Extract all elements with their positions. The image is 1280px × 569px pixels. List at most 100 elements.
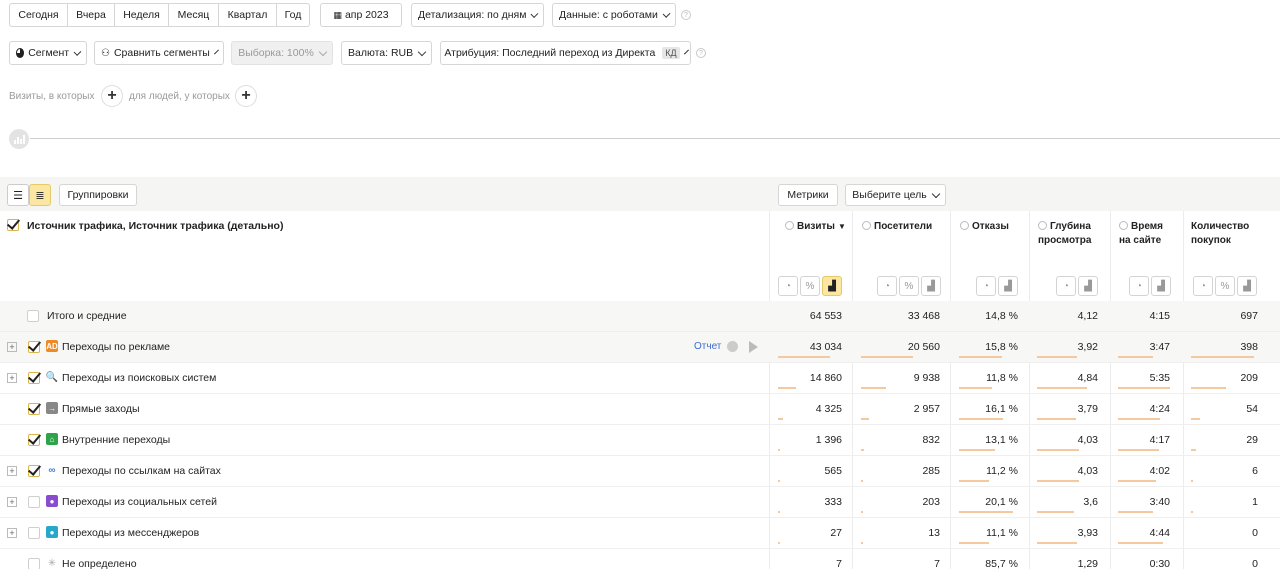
table-row[interactable]: + AD Переходы по рекламе Отчет 43 034 20 560 1… bbox=[0, 332, 1280, 363]
report-link[interactable]: Отчет bbox=[694, 341, 721, 352]
play-icon[interactable] bbox=[749, 341, 758, 353]
value-bar bbox=[861, 480, 863, 482]
percent-view-icon[interactable]: % bbox=[899, 276, 919, 296]
add-people-filter-button[interactable]: + bbox=[235, 85, 257, 107]
value-bar bbox=[1037, 449, 1079, 451]
table-row[interactable]: + ∞ Переходы по ссылкам на сайтах 565 285 11,… bbox=[0, 456, 1280, 487]
goal-dropdown[interactable]: Выберите цель bbox=[845, 184, 946, 206]
bounces-header-label: Отказы bbox=[972, 221, 1009, 232]
table-row[interactable]: ✳ Не определено 7 7 85,7 % 1,29 0:30 0 bbox=[0, 549, 1280, 569]
table-row[interactable]: + ● Переходы из социальных сетей 333 203 20,1… bbox=[0, 487, 1280, 518]
row-checkbox[interactable] bbox=[28, 434, 40, 446]
row-bounces: 20,1 % bbox=[985, 496, 1018, 508]
detail-label: Детализация: по дням bbox=[418, 9, 527, 21]
chart-toggle-icon[interactable] bbox=[9, 129, 29, 149]
row-purchases: 209 bbox=[1240, 372, 1258, 384]
row-time: 5:35 bbox=[1149, 372, 1170, 384]
value-bar bbox=[959, 542, 989, 544]
segment-button[interactable]: Сегмент bbox=[9, 41, 87, 65]
detail-dropdown[interactable]: Детализация: по дням bbox=[411, 3, 544, 27]
chevron-down-icon bbox=[530, 9, 539, 18]
select-all-checkbox[interactable] bbox=[7, 219, 19, 231]
table-row[interactable]: ⌂ Внутренние переходы 1 396 832 13,1 % 4,03 4:… bbox=[0, 425, 1280, 456]
chat-icon: ● bbox=[46, 526, 58, 538]
date-picker-button[interactable]: ▦ апр 2023 bbox=[320, 3, 402, 27]
expand-icon[interactable]: + bbox=[7, 342, 17, 352]
row-checkbox[interactable] bbox=[28, 527, 40, 539]
expand-icon[interactable]: + bbox=[7, 497, 17, 507]
table-row[interactable]: + 🔍 Переходы из поисковых систем 14 860 9 93… bbox=[0, 363, 1280, 394]
filter-visits-label: Визиты, в которых bbox=[9, 91, 95, 102]
row-checkbox[interactable] bbox=[28, 341, 40, 353]
depth-header-label-2: просмотра bbox=[1038, 235, 1092, 246]
bounces-header[interactable]: Отказы bbox=[960, 220, 1009, 234]
add-visit-filter-button[interactable]: + bbox=[101, 85, 123, 107]
pie-view-icon[interactable]: ◔ bbox=[877, 276, 897, 296]
row-visits: 27 bbox=[830, 527, 842, 539]
help-icon[interactable]: ? bbox=[696, 48, 706, 58]
visits-header[interactable]: Визиты ▼ bbox=[785, 220, 846, 234]
percent-view-icon[interactable]: % bbox=[1215, 276, 1235, 296]
period-today-button[interactable]: Сегодня bbox=[10, 4, 68, 26]
bar-view-icon[interactable]: ▟ bbox=[921, 276, 941, 296]
bar-view-icon[interactable]: ▟ bbox=[1237, 276, 1257, 296]
purchases-header[interactable]: Количество покупок bbox=[1191, 220, 1249, 248]
row-bounces: 11,2 % bbox=[986, 465, 1018, 477]
table-row[interactable]: + ● Переходы из мессенджеров 27 13 11,1 % 3,93… bbox=[0, 518, 1280, 549]
row-checkbox[interactable] bbox=[28, 496, 40, 508]
time-header[interactable]: Время на сайте bbox=[1119, 220, 1163, 248]
value-bar bbox=[959, 387, 992, 389]
bar-view-icon[interactable]: ▟ bbox=[822, 276, 842, 296]
totals-checkbox[interactable] bbox=[27, 310, 39, 322]
value-bar bbox=[1191, 356, 1254, 358]
pie-icon[interactable] bbox=[727, 341, 738, 352]
bar-view-icon[interactable]: ▟ bbox=[998, 276, 1018, 296]
row-checkbox[interactable] bbox=[28, 558, 40, 569]
expand-icon[interactable]: + bbox=[7, 528, 17, 538]
help-icon[interactable]: ? bbox=[681, 10, 691, 20]
row-checkbox[interactable] bbox=[28, 465, 40, 477]
currency-dropdown[interactable]: Валюта: RUB bbox=[341, 41, 432, 65]
depth-header[interactable]: Глубина просмотра bbox=[1038, 220, 1091, 248]
period-year-button[interactable]: Год bbox=[277, 4, 309, 26]
row-depth: 3,93 bbox=[1077, 527, 1098, 539]
bar-view-icon[interactable]: ▟ bbox=[1151, 276, 1171, 296]
pie-view-icon[interactable]: ◔ bbox=[1129, 276, 1149, 296]
value-bar bbox=[959, 418, 1003, 420]
visitors-header[interactable]: Посетители bbox=[862, 220, 932, 234]
expand-icon[interactable]: + bbox=[7, 373, 17, 383]
segment-label: Сегмент bbox=[28, 47, 70, 59]
row-purchases: 29 bbox=[1246, 434, 1258, 446]
row-label: Переходы из поисковых систем bbox=[62, 372, 217, 384]
period-yesterday-button[interactable]: Вчера bbox=[68, 4, 115, 26]
value-bar bbox=[1118, 449, 1159, 451]
pie-view-icon[interactable]: ◔ bbox=[1193, 276, 1213, 296]
pie-view-icon[interactable]: ◔ bbox=[1056, 276, 1076, 296]
pie-view-icon[interactable]: ◔ bbox=[976, 276, 996, 296]
row-checkbox[interactable] bbox=[28, 403, 40, 415]
totals-row: Итого и средние 64 553 33 468 14,8 % 4,1… bbox=[0, 301, 1280, 332]
chevron-down-icon bbox=[213, 48, 219, 55]
value-bar bbox=[1118, 387, 1170, 389]
row-visitors: 13 bbox=[928, 527, 940, 539]
pie-view-icon[interactable]: ◔ bbox=[778, 276, 798, 296]
period-week-button[interactable]: Неделя bbox=[115, 4, 169, 26]
row-checkbox[interactable] bbox=[28, 372, 40, 384]
value-bar bbox=[1191, 418, 1200, 420]
period-quarter-button[interactable]: Квартал bbox=[219, 4, 277, 26]
metrics-button[interactable]: Метрики bbox=[778, 184, 838, 206]
percent-view-icon[interactable]: % bbox=[800, 276, 820, 296]
filter-people-label: для людей, у которых bbox=[129, 91, 230, 102]
compare-segments-button[interactable]: ⚇ Сравнить сегменты bbox=[94, 41, 224, 65]
expand-icon[interactable]: + bbox=[7, 466, 17, 476]
table-row[interactable]: → Прямые заходы 4 325 2 957 16,1 % 3,79 4:24 54 bbox=[0, 394, 1280, 425]
period-month-button[interactable]: Месяц bbox=[169, 4, 219, 26]
value-bar bbox=[778, 356, 830, 358]
data-dropdown[interactable]: Данные: с роботами bbox=[552, 3, 676, 27]
list-view-icon[interactable]: ☰ bbox=[7, 184, 29, 206]
tree-view-icon[interactable]: ≣ bbox=[29, 184, 51, 206]
attribution-dropdown[interactable]: Атрибуция: Последний переход из Директа К… bbox=[440, 41, 691, 65]
groupings-button[interactable]: Группировки bbox=[59, 184, 137, 206]
value-bar bbox=[1037, 542, 1077, 544]
bar-view-icon[interactable]: ▟ bbox=[1078, 276, 1098, 296]
